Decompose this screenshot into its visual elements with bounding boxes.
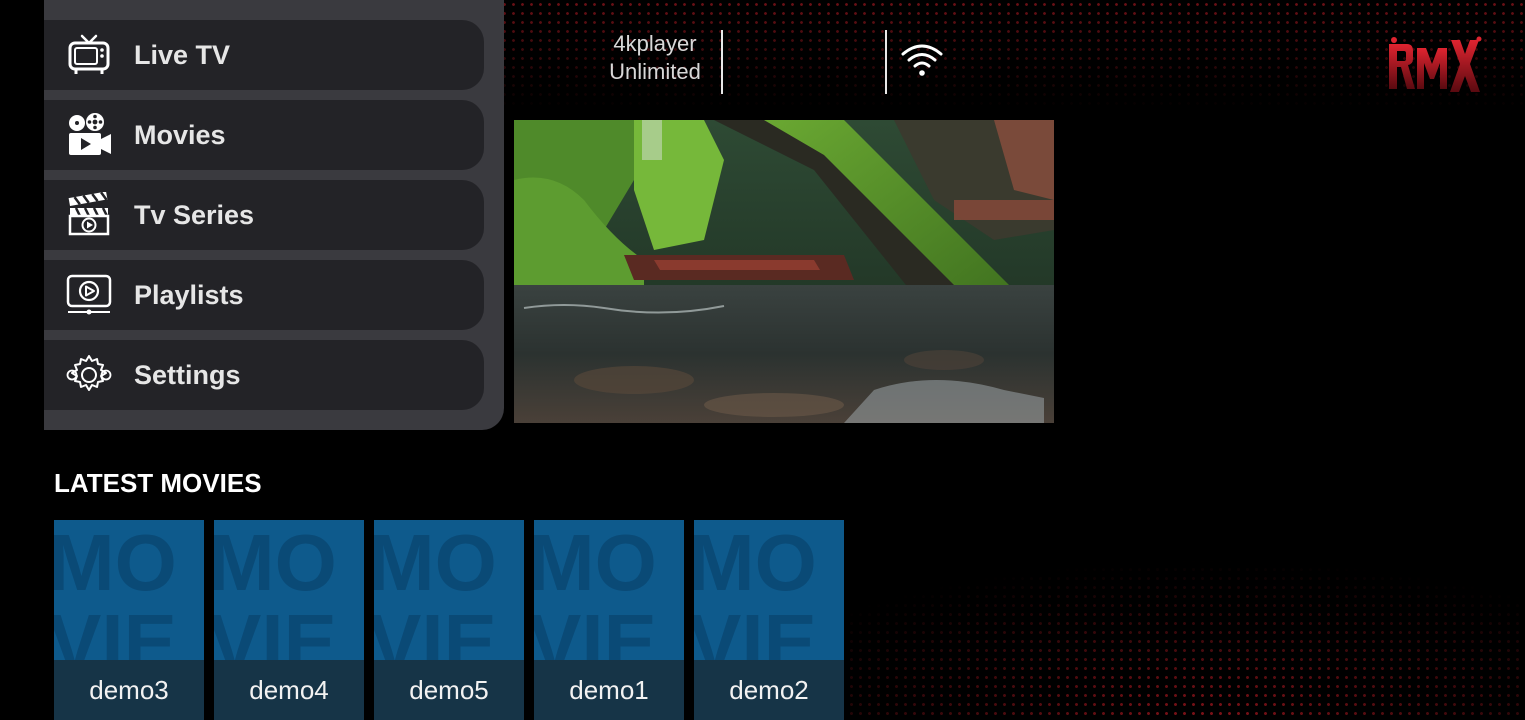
movie-poster: MO VIE	[214, 520, 364, 660]
movie-card[interactable]: MO VIE demo4	[214, 520, 364, 720]
header-divider	[885, 30, 887, 94]
menu-item-label: Settings	[134, 359, 241, 390]
svg-text:MO: MO	[694, 520, 817, 607]
svg-text:VIE: VIE	[694, 598, 817, 660]
movie-card[interactable]: MO VIE demo1	[534, 520, 684, 720]
film-camera-icon	[64, 110, 114, 160]
account-info: 4kplayer Unlimited	[590, 30, 720, 86]
gear-icon	[64, 350, 114, 400]
menu-item-label: Movies	[134, 119, 226, 150]
svg-text:VIE: VIE	[534, 598, 657, 660]
header-divider	[721, 30, 723, 94]
menu-item-label: Live TV	[134, 39, 231, 70]
movie-card[interactable]: MO VIE demo2	[694, 520, 844, 720]
movie-poster: MO VIE	[694, 520, 844, 660]
menu-item-label: Playlists	[134, 279, 244, 310]
menu-item-label: Tv Series	[134, 199, 255, 230]
menu-item-tv-series[interactable]: Tv Series	[44, 180, 484, 250]
main-menu: Live TV Movies Tv Series Playlists Setti…	[44, 0, 504, 430]
svg-text:VIE: VIE	[214, 598, 337, 660]
movie-poster: MO VIE	[54, 520, 204, 660]
movie-title: demo4	[214, 660, 364, 720]
section-title-latest-movies: LATEST MOVIES	[54, 468, 262, 498]
tv-icon	[64, 30, 114, 80]
svg-text:MO: MO	[54, 520, 177, 607]
svg-text:MO: MO	[534, 520, 657, 607]
account-name: 4kplayer	[613, 31, 697, 56]
svg-text:MO: MO	[214, 520, 337, 607]
movie-title: demo1	[534, 660, 684, 720]
brand-logo	[1385, 36, 1485, 106]
menu-item-playlists[interactable]: Playlists	[44, 260, 484, 330]
wifi-icon	[900, 42, 944, 78]
movie-poster: MO VIE	[374, 520, 524, 660]
movie-card[interactable]: MO VIE demo3	[54, 520, 204, 720]
menu-item-movies[interactable]: Movies	[44, 100, 484, 170]
menu-item-settings[interactable]: Settings	[44, 340, 484, 410]
movie-title: demo2	[694, 660, 844, 720]
movie-title: demo5	[374, 660, 524, 720]
background-pattern-bottom	[820, 520, 1525, 720]
playlist-icon	[64, 270, 114, 320]
movie-poster: MO VIE	[534, 520, 684, 660]
preview-video[interactable]	[514, 120, 1054, 423]
svg-text:VIE: VIE	[54, 598, 177, 660]
svg-text:VIE: VIE	[374, 598, 497, 660]
clapperboard-icon	[64, 190, 114, 240]
movie-title: demo3	[54, 660, 204, 720]
movie-card[interactable]: MO VIE demo5	[374, 520, 524, 720]
account-plan: Unlimited	[609, 59, 701, 84]
svg-text:MO: MO	[374, 520, 497, 607]
menu-item-live-tv[interactable]: Live TV	[44, 20, 484, 90]
